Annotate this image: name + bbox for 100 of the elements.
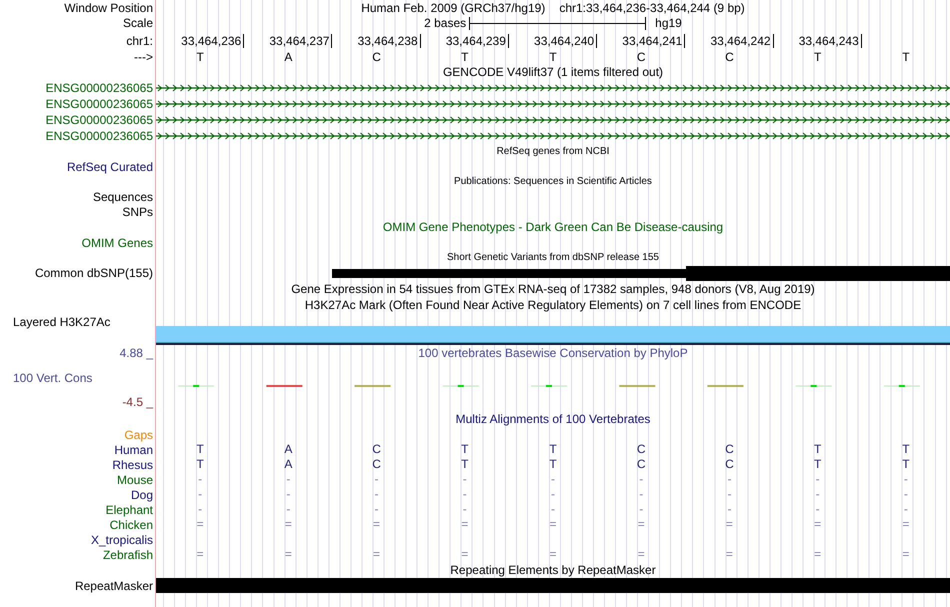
alignment-base: - bbox=[639, 473, 644, 486]
track-label[interactable]: SNPs bbox=[122, 204, 153, 218]
variant-bar[interactable] bbox=[332, 269, 686, 278]
alignment-base: C bbox=[636, 458, 646, 471]
assembly-name: hg19 bbox=[655, 16, 682, 30]
alignment-base: = bbox=[196, 518, 204, 531]
alignment-base: = bbox=[549, 518, 556, 531]
alignment-base: A bbox=[284, 458, 292, 471]
track-title: Gene Expression in 54 tissues from GTEx RNA-seq of 17382 samples, 948 donors (V8, Aug 2019) bbox=[291, 282, 815, 296]
variant-bar[interactable] bbox=[686, 266, 950, 281]
alignment-base: C bbox=[372, 458, 381, 471]
track-label[interactable]: RepeatMasker bbox=[74, 578, 153, 592]
alignment-base: = bbox=[638, 548, 645, 561]
alignment-base: - bbox=[816, 473, 820, 486]
coordinate-label: 33,464,240 bbox=[534, 34, 598, 48]
alignment-base: T bbox=[814, 458, 822, 471]
alignment-base: - bbox=[374, 488, 379, 501]
track-label[interactable]: Common dbSNP(155) bbox=[34, 266, 153, 280]
track-title: Repeating Elements by RepeatMasker bbox=[450, 563, 656, 577]
alignment-base: - bbox=[904, 473, 908, 486]
alignment-base: - bbox=[816, 488, 820, 501]
alignment-base: = bbox=[814, 518, 822, 531]
track-title: Short Genetic Variants from dbSNP release 155 bbox=[447, 250, 659, 264]
alignment-base: T bbox=[196, 458, 204, 471]
alignment-base: = bbox=[726, 518, 733, 531]
track-label[interactable]: 100 Vert. Cons bbox=[13, 370, 92, 384]
alignment-base: C bbox=[725, 458, 734, 471]
alignment-base: - bbox=[198, 473, 202, 486]
species-label[interactable]: X_tropicalis bbox=[90, 532, 153, 546]
alignment-base: - bbox=[816, 503, 820, 516]
alignment-base: - bbox=[462, 488, 467, 501]
position-text: chr1:33,464,236-33,464,244 (9 bp) bbox=[559, 0, 745, 14]
track-label[interactable]: RefSeq Curated bbox=[66, 160, 153, 174]
alignment-base: - bbox=[286, 503, 290, 516]
track-label[interactable]: Sequences bbox=[92, 190, 153, 204]
alignment-base: = bbox=[284, 548, 292, 561]
alignment-base: C bbox=[372, 443, 381, 456]
track-label[interactable]: OMIM Genes bbox=[82, 236, 153, 250]
coordinate-label: 33,464,237 bbox=[269, 34, 332, 48]
axis-min-label: -4.5 _ bbox=[122, 395, 153, 409]
alignment-base: T bbox=[196, 443, 204, 456]
alignment-base: - bbox=[904, 488, 908, 501]
coordinate-label: 33,464,238 bbox=[358, 34, 421, 48]
reference-base: T bbox=[902, 50, 910, 64]
species-label[interactable]: Chicken bbox=[110, 518, 153, 532]
species-label[interactable]: Elephant bbox=[106, 502, 153, 516]
alignment-base: - bbox=[904, 503, 908, 516]
coordinate-label: 33,464,243 bbox=[798, 34, 862, 48]
track-label[interactable]: Layered H3K27Ac bbox=[13, 315, 110, 329]
axis-max-label: 4.88 _ bbox=[120, 346, 153, 360]
track-label[interactable]: ENSG00000236065 bbox=[46, 129, 153, 143]
scale-text: 2 bases bbox=[424, 16, 466, 30]
alignment-base: = bbox=[373, 518, 380, 531]
alignment-base: - bbox=[727, 488, 732, 501]
alignment-base: T bbox=[549, 443, 557, 456]
track-title: GENCODE V49lift37 (1 items filtered out) bbox=[442, 65, 664, 79]
coordinate-label: 33,464,236 bbox=[181, 34, 244, 48]
alignment-base: = bbox=[373, 548, 380, 561]
alignment-base: = bbox=[814, 548, 822, 561]
reference-base: C bbox=[725, 50, 734, 64]
reference-base: T bbox=[196, 50, 204, 64]
species-label[interactable]: Rhesus bbox=[112, 458, 153, 472]
alignment-base: - bbox=[639, 503, 644, 516]
alignment-base: C bbox=[636, 443, 646, 456]
alignment-base: - bbox=[286, 473, 290, 486]
alignment-base: = bbox=[461, 548, 468, 561]
repeat-element-bar[interactable] bbox=[156, 578, 950, 593]
alignment-base: - bbox=[727, 503, 732, 516]
alignment-base: = bbox=[902, 518, 910, 531]
alignment-base: = bbox=[638, 518, 645, 531]
alignment-base: C bbox=[725, 443, 734, 456]
coordinate-label: 33,464,242 bbox=[710, 34, 774, 48]
alignment-base: T bbox=[814, 443, 822, 456]
alignment-base: = bbox=[284, 518, 292, 531]
alignment-base: - bbox=[374, 503, 379, 516]
reference-base: C bbox=[636, 50, 646, 64]
row-label: Scale bbox=[122, 16, 153, 30]
reference-base: A bbox=[284, 50, 292, 64]
track-title: Publications: Sequences in Scientific Articles bbox=[454, 174, 652, 188]
coordinate-label: 33,464,241 bbox=[622, 34, 686, 48]
track-label[interactable]: ENSG00000236065 bbox=[46, 113, 153, 127]
alignment-base: = bbox=[902, 548, 910, 561]
alignment-base: - bbox=[550, 473, 555, 486]
alignment-base: - bbox=[462, 503, 467, 516]
species-label[interactable]: Dog bbox=[130, 488, 153, 502]
alignment-base: - bbox=[286, 488, 290, 501]
coordinate-label: 33,464,239 bbox=[446, 34, 509, 48]
track-title: RefSeq genes from NCBI bbox=[496, 144, 610, 158]
species-label[interactable]: Zebrafish bbox=[102, 548, 153, 562]
species-label[interactable]: Mouse bbox=[116, 472, 153, 486]
strand-label: ---> bbox=[134, 50, 153, 64]
species-label[interactable]: Human bbox=[114, 442, 153, 456]
alignment-base: - bbox=[550, 503, 555, 516]
row-label: Window Position bbox=[64, 0, 153, 14]
track-title: Multiz Alignments of 100 Vertebrates bbox=[456, 412, 650, 426]
alignment-base: - bbox=[550, 488, 555, 501]
alignment-base: T bbox=[461, 443, 468, 456]
track-label[interactable]: ENSG00000236065 bbox=[46, 97, 153, 111]
alignment-base: - bbox=[727, 473, 732, 486]
track-label[interactable]: ENSG00000236065 bbox=[46, 81, 153, 95]
